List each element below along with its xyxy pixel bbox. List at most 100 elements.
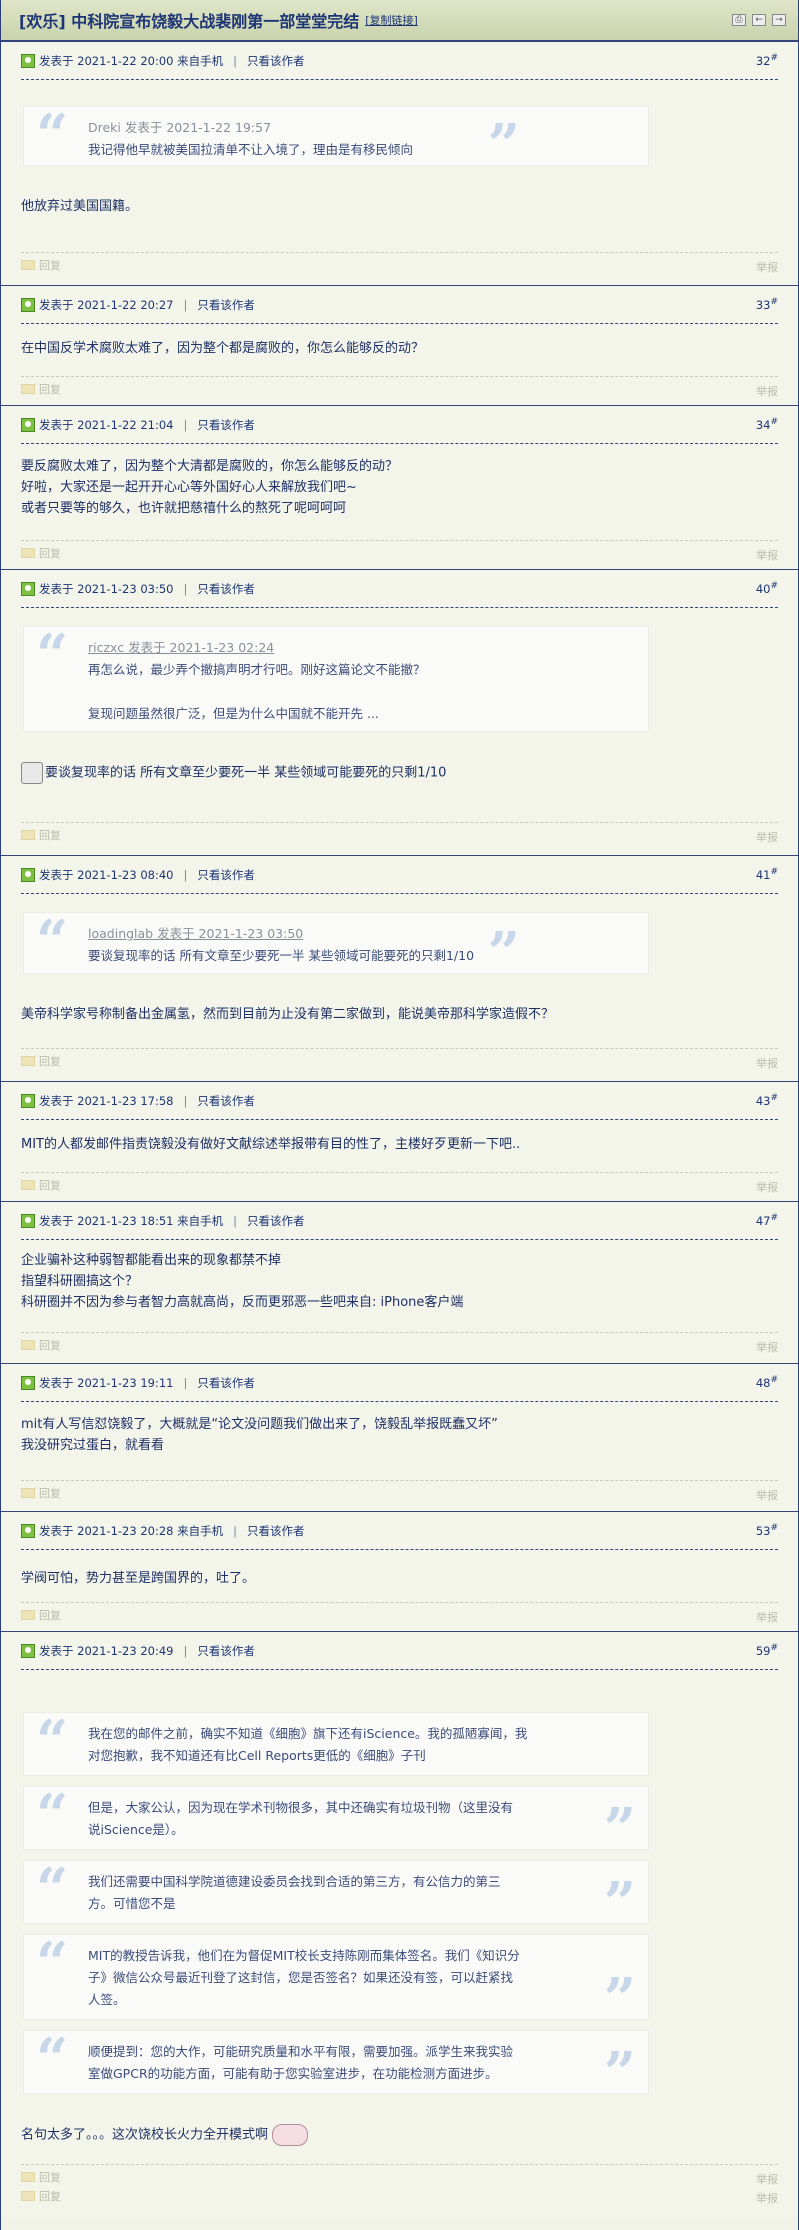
post-header: 发表于 2021-1-23 17:58 | 只看该作者 43# — [21, 1090, 778, 1120]
prev-thread-icon[interactable]: ← — [752, 14, 766, 26]
report-button[interactable]: 举报 — [756, 547, 778, 562]
quote-open-icon: “ — [36, 1856, 69, 1922]
thread-title-bar: [欢乐] 中科院宣布饶毅大战裴刚第一部堂堂完结 [复制链接] ⎙ ← → — [1, 0, 798, 42]
quote-open-icon: “ — [36, 1708, 69, 1774]
floor-number[interactable]: 33# — [756, 297, 778, 312]
quote-close-icon: ” — [487, 920, 520, 986]
post-footer: 回复 举报 — [21, 1480, 778, 1502]
only-author-link[interactable]: 只看该作者 — [247, 53, 305, 69]
post-time: 2021-1-23 20:49 — [77, 1643, 174, 1658]
next-thread-icon[interactable]: → — [772, 14, 786, 26]
post-time: 2021-1-22 21:04 — [77, 417, 174, 432]
only-author-link[interactable]: 只看该作者 — [197, 1093, 255, 1109]
only-author-link[interactable]: 只看该作者 — [197, 581, 255, 597]
quote-block: “ 但是，大家公认，因为现在学术刊物很多，其中还确实有垃圾刊物（这里没有 说iS… — [23, 1782, 649, 1857]
post: 发表于 2021-1-23 18:51 来自手机 | 只看该作者 47# 企业骗… — [1, 1202, 798, 1364]
only-author-link[interactable]: 只看该作者 — [247, 1213, 305, 1229]
reply-icon — [21, 1055, 35, 1066]
reply-button[interactable]: 回复 — [21, 1487, 61, 1500]
quote-close-icon: ” — [603, 1966, 636, 2032]
posted-at-prefix: 发表于 — [39, 53, 74, 68]
reply-button[interactable]: 回复 — [21, 1179, 61, 1192]
only-author-link[interactable]: 只看该作者 — [197, 297, 255, 313]
only-author-link[interactable]: 只看该作者 — [197, 1375, 255, 1391]
user-icon — [21, 417, 35, 432]
post-via: 来自手机 — [177, 1523, 224, 1538]
floor-number[interactable]: 41# — [756, 867, 778, 882]
report-button[interactable]: 举报 — [756, 259, 778, 274]
only-author-link[interactable]: 只看该作者 — [247, 1523, 305, 1539]
post-header: 发表于 2021-1-23 08:40 | 只看该作者 41# — [21, 864, 778, 894]
reply-button[interactable]: 回复 — [21, 829, 61, 842]
user-icon — [21, 581, 35, 596]
reply-button[interactable]: 回复 — [21, 1339, 61, 1352]
report-button[interactable]: 举报 — [756, 2190, 778, 2205]
only-author-link[interactable]: 只看该作者 — [197, 417, 255, 433]
quote-block: “ riczxc 发表于 2021-1-23 02:24 再怎么说，最少弄个撤搞… — [23, 626, 649, 732]
report-button[interactable]: 举报 — [756, 1339, 778, 1354]
thread-title: [欢乐] 中科院宣布饶毅大战裴刚第一部堂堂完结 — [19, 12, 360, 31]
post-footer: 回复 举报 — [21, 1602, 778, 1624]
floor-number[interactable]: 40# — [756, 581, 778, 596]
report-button[interactable]: 举报 — [756, 2171, 778, 2186]
user-icon — [21, 1375, 35, 1390]
floor-number[interactable]: 34# — [756, 417, 778, 432]
post-time: 2021-1-23 20:28 — [77, 1523, 174, 1538]
floor-number[interactable]: 59# — [756, 1643, 778, 1658]
reply-icon — [21, 829, 35, 840]
emoticon-icon — [272, 2124, 309, 2146]
reply-icon — [21, 1487, 35, 1498]
floor-number[interactable]: 48# — [756, 1375, 778, 1390]
post-header: 发表于 2021-1-22 21:04 | 只看该作者 34# — [21, 414, 778, 444]
report-button[interactable]: 举报 — [756, 1487, 778, 1502]
report-button[interactable]: 举报 — [756, 1055, 778, 1070]
reply-button[interactable]: 回复 — [21, 547, 61, 560]
reply-button[interactable]: 回复 — [21, 1055, 61, 1068]
print-icon[interactable]: ⎙ — [732, 14, 746, 26]
forum-thread-page: [欢乐] 中科院宣布饶毅大战裴刚第一部堂堂完结 [复制链接] ⎙ ← → 发表于… — [0, 0, 799, 2230]
user-icon — [21, 53, 35, 68]
report-button[interactable]: 举报 — [756, 1609, 778, 1624]
reply-button[interactable]: 回复 — [21, 383, 61, 396]
quote-open-icon: “ — [36, 1782, 69, 1848]
quote-author-link[interactable]: loadinglab 发表于 2021-1-23 03:50 — [88, 923, 636, 945]
post-body: 在中国反学术腐败太难了，因为整个都是腐败的，你怎么能够反的动？ — [21, 341, 425, 356]
reply-button[interactable]: 回复 — [21, 259, 61, 272]
reply-icon — [21, 1339, 35, 1350]
floor-number[interactable]: 47# — [756, 1213, 778, 1228]
reply-icon — [21, 383, 35, 394]
post-time: 2021-1-23 08:40 — [77, 867, 174, 882]
report-button[interactable]: 举报 — [756, 829, 778, 844]
emoticon-icon — [21, 762, 43, 784]
floor-number[interactable]: 53# — [756, 1523, 778, 1538]
quote-block: “ 我们还需要中国科学院道德建设委员会找到合适的第三方，有公信力的第三 方。可惜… — [23, 1856, 649, 1931]
post-header: 发表于 2021-1-23 20:28 来自手机 | 只看该作者 53# — [21, 1520, 778, 1550]
floor-number[interactable]: 32# — [756, 53, 778, 68]
report-button[interactable]: 举报 — [756, 383, 778, 398]
copy-link-button[interactable]: [复制链接] — [365, 12, 418, 28]
reply-button[interactable]: 回复 — [21, 2190, 61, 2203]
post-header: 发表于 2021-1-23 18:51 来自手机 | 只看该作者 47# — [21, 1210, 778, 1240]
toolbar-icons: ⎙ ← → — [732, 14, 786, 26]
only-author-link[interactable]: 只看该作者 — [197, 867, 255, 883]
reply-button[interactable]: 回复 — [21, 2171, 61, 2184]
post-footer: 回复 举报 — [21, 2184, 778, 2205]
post-body: 他放弃过美国国籍。 — [21, 199, 139, 214]
quote-open-icon: “ — [36, 2026, 69, 2092]
quote-open-icon: “ — [36, 1930, 69, 1996]
post-body: MIT的人都发邮件指责饶毅没有做好文献综述举报带有目的性了，主楼好歹更新一下吧.… — [21, 1137, 521, 1152]
post-header: 发表于 2021-1-23 03:50 | 只看该作者 40# — [21, 578, 778, 608]
only-author-link[interactable]: 只看该作者 — [197, 1643, 255, 1659]
user-icon — [21, 1523, 35, 1538]
report-button[interactable]: 举报 — [756, 1179, 778, 1194]
quote-close-icon: ” — [487, 112, 520, 178]
reply-button[interactable]: 回复 — [21, 1609, 61, 1622]
post-time: 2021-1-23 03:50 — [77, 581, 174, 596]
post-footer: 回复 举报 — [21, 540, 778, 562]
user-icon — [21, 297, 35, 312]
post: 发表于 2021-1-23 20:28 来自手机 | 只看该作者 53# 学阀可… — [1, 1512, 798, 1632]
floor-number[interactable]: 43# — [756, 1093, 778, 1108]
post-body: 美帝科学家号称制备出金属氢，然而到目前为止没有第二家做到，能说美帝那科学家造假不… — [21, 1007, 555, 1022]
quote-author-link[interactable]: riczxc 发表于 2021-1-23 02:24 — [88, 637, 636, 659]
quote-author: Dreki 发表于 2021-1-22 19:57 — [88, 120, 272, 135]
